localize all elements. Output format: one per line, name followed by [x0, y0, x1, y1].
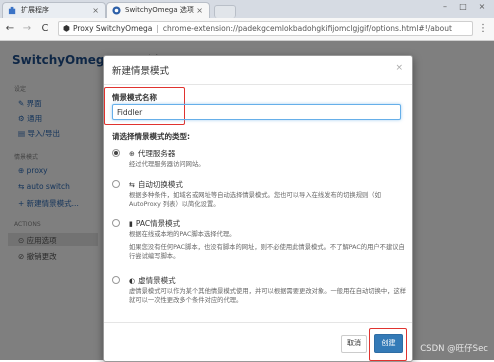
- new-tab-button[interactable]: [214, 5, 236, 18]
- option-title: 代理服务器: [137, 149, 176, 158]
- new-profile-dialog: 新建情景模式 × 情景模式名称 Fiddler 请选择情景模式的类型: ⊕ 代理服…: [103, 55, 413, 362]
- switchyomega-logo-icon: [112, 6, 121, 15]
- extension-page-icon: ⬢: [63, 24, 70, 33]
- minimize-button[interactable]: –: [436, 0, 454, 14]
- radio-virtual[interactable]: [112, 276, 120, 284]
- tab-close-icon[interactable]: ×: [196, 3, 203, 18]
- create-button[interactable]: 创建: [374, 334, 403, 353]
- profile-type-label: 请选择情景模式的类型:: [112, 132, 190, 141]
- option-description: 根据多种条件，如域名或网址等自动选择情景模式。您也可以导入在线发布的切换规则（如…: [129, 192, 381, 208]
- tab-close-icon[interactable]: ×: [92, 3, 99, 18]
- profile-name-input[interactable]: Fiddler: [112, 104, 401, 120]
- option-description: 虚情景模式可以作为某个其他情景模式使用，并可以根据需要更改对象。一般用在自动切换…: [129, 288, 407, 304]
- close-icon[interactable]: ×: [395, 63, 403, 73]
- switch-icon: ⇆: [129, 181, 135, 189]
- tab-label: 扩展程序: [21, 6, 49, 14]
- pac-desc-note: 如果您没有任何PAC脚本，也没有脚本的网址，则不必使用此情景模式。不了解PAC的…: [129, 244, 405, 260]
- file-icon: ▮: [129, 220, 133, 228]
- cancel-button[interactable]: 取消: [341, 335, 367, 353]
- tab-switchyomega-options[interactable]: SwitchyOmega 选项 ×: [106, 2, 210, 18]
- option-description: 经过代理服务器访问网站。: [129, 161, 205, 168]
- puzzle-icon: [8, 6, 16, 15]
- option-description: 根据在线或本地的PAC脚本选择代理。 如果您没有任何PAC脚本，也没有脚本的网址…: [129, 230, 407, 261]
- option-title: 自动切换模式: [137, 180, 183, 189]
- address-bar[interactable]: ⬢ Proxy SwitchyOmega | chrome-extension://…: [58, 21, 473, 36]
- tab-extensions[interactable]: 扩展程序 ×: [2, 2, 106, 18]
- globe-icon: ⊕: [129, 150, 135, 158]
- profile-name-label: 情景模式名称: [112, 93, 157, 102]
- dialog-title: 新建情景模式: [112, 66, 170, 77]
- reload-button[interactable]: C: [38, 22, 52, 36]
- tab-label: SwitchyOmega 选项: [125, 6, 194, 14]
- browser-toolbar: ← → C ⬢ Proxy SwitchyOmega | chrome-extens…: [0, 18, 494, 41]
- virtual-profile-icon: ◐: [129, 277, 136, 285]
- option-title: PAC情景模式: [135, 219, 181, 228]
- dialog-footer: 取消 创建: [104, 322, 412, 362]
- dialog-header: 新建情景模式 ×: [104, 56, 412, 85]
- back-button[interactable]: ←: [3, 22, 17, 36]
- pac-desc-line: 根据在线或本地的PAC脚本选择代理。: [129, 231, 236, 238]
- browser-menu-icon[interactable]: ⋮: [478, 23, 488, 34]
- forward-button[interactable]: →: [20, 22, 34, 36]
- url-text: chrome-extension://padekgcemlokbadohgkif…: [162, 24, 452, 33]
- tab-strip: 扩展程序 × SwitchyOmega 选项 × – □ ×: [0, 0, 494, 18]
- window-close-button[interactable]: ×: [473, 0, 491, 14]
- radio-proxy-server[interactable]: [112, 149, 120, 157]
- maximize-button[interactable]: □: [454, 0, 472, 14]
- watermark-text: CSDN @旺仔Sec: [420, 344, 488, 354]
- radio-auto-switch[interactable]: [112, 180, 120, 188]
- site-label: Proxy SwitchyOmega: [73, 24, 153, 33]
- option-title: 虚情景模式: [138, 276, 176, 285]
- radio-pac[interactable]: [112, 219, 120, 227]
